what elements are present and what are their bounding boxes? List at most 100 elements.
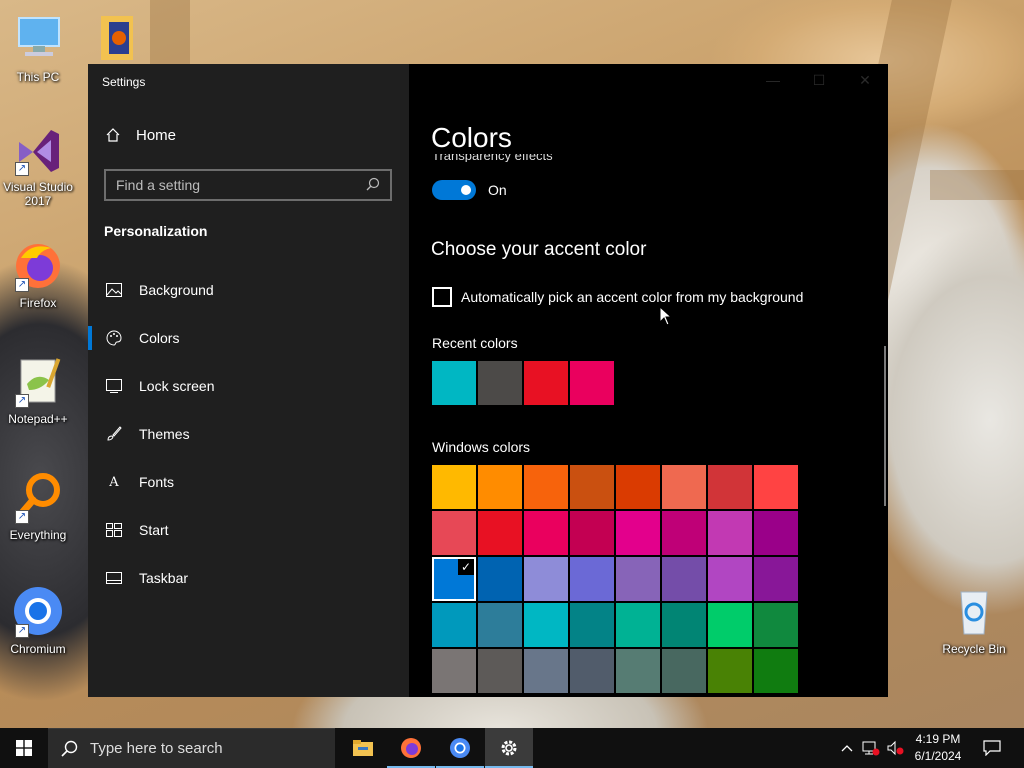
desktop-icon-everything[interactable]: ↗ Everything bbox=[1, 470, 75, 542]
sidebar-item-label: Fonts bbox=[139, 474, 175, 490]
desktop-icon-notepad-plus-plus[interactable]: ↗ Notepad++ bbox=[1, 354, 75, 426]
sidebar-item-home[interactable]: Home bbox=[104, 126, 176, 144]
chevron-up-icon bbox=[841, 745, 853, 752]
home-icon bbox=[104, 126, 122, 144]
system-clock[interactable]: 4:19 PM 6/1/2024 bbox=[906, 731, 970, 765]
windows-color-swatch[interactable] bbox=[754, 557, 798, 601]
windows-color-swatch[interactable] bbox=[616, 557, 660, 601]
sidebar-item-start[interactable]: Start bbox=[88, 506, 409, 554]
windows-color-swatch[interactable] bbox=[432, 511, 476, 555]
windows-color-swatch[interactable] bbox=[662, 557, 706, 601]
windows-color-swatch[interactable] bbox=[708, 465, 752, 509]
settings-sidebar: Settings Home Find a setting Personaliza… bbox=[88, 64, 409, 697]
chromium-icon: ↗ bbox=[11, 584, 65, 638]
windows-color-swatch[interactable] bbox=[754, 511, 798, 555]
folder-icon bbox=[353, 740, 373, 756]
windows-color-swatch[interactable] bbox=[432, 465, 476, 509]
notepad-plus-plus-icon: ↗ bbox=[11, 354, 65, 408]
taskbar-settings[interactable] bbox=[485, 728, 533, 768]
recent-color-swatch[interactable] bbox=[478, 361, 522, 405]
windows-color-swatch[interactable] bbox=[662, 649, 706, 693]
windows-color-swatch[interactable] bbox=[524, 649, 568, 693]
sidebar-item-fonts[interactable]: A Fonts bbox=[88, 458, 409, 506]
windows-color-swatch[interactable] bbox=[432, 649, 476, 693]
section-title: Personalization bbox=[104, 223, 208, 239]
windows-color-swatch[interactable] bbox=[524, 511, 568, 555]
clock-date: 6/1/2024 bbox=[914, 749, 962, 763]
windows-color-swatch[interactable] bbox=[570, 465, 614, 509]
windows-color-swatch[interactable] bbox=[478, 511, 522, 555]
windows-color-swatch[interactable] bbox=[432, 603, 476, 647]
recent-colors-label: Recent colors bbox=[432, 335, 518, 351]
windows-color-swatch[interactable] bbox=[570, 557, 614, 601]
find-setting-input[interactable]: Find a setting bbox=[104, 169, 392, 201]
windows-color-swatch[interactable] bbox=[478, 465, 522, 509]
taskbar-file-explorer[interactable] bbox=[339, 728, 387, 768]
windows-color-swatch[interactable] bbox=[616, 603, 660, 647]
auto-pick-accent-row[interactable]: Automatically pick an accent color from … bbox=[432, 287, 803, 307]
sidebar-item-label: Start bbox=[139, 522, 169, 538]
windows-color-swatch[interactable] bbox=[478, 649, 522, 693]
windows-color-swatch[interactable] bbox=[524, 603, 568, 647]
volume-button[interactable] bbox=[884, 728, 906, 768]
windows-color-swatch[interactable] bbox=[616, 649, 660, 693]
windows-color-swatch[interactable] bbox=[524, 465, 568, 509]
network-status-button[interactable] bbox=[860, 728, 882, 768]
sidebar-item-background[interactable]: Background bbox=[88, 266, 409, 314]
page-title: Colors bbox=[431, 122, 512, 153]
sidebar-item-label: Lock screen bbox=[139, 378, 215, 394]
windows-color-swatch[interactable] bbox=[708, 603, 752, 647]
taskbar-chromium[interactable] bbox=[436, 728, 484, 768]
show-hidden-icons-button[interactable] bbox=[836, 728, 858, 768]
recent-colors-row bbox=[432, 361, 614, 405]
start-button[interactable] bbox=[0, 728, 48, 768]
recent-color-swatch[interactable] bbox=[524, 361, 568, 405]
recent-color-swatch[interactable] bbox=[570, 361, 614, 405]
desktop-icon-label: Firefox bbox=[19, 296, 57, 310]
sidebar-item-label: Home bbox=[136, 126, 177, 144]
windows-color-swatch[interactable] bbox=[570, 649, 614, 693]
windows-color-swatch[interactable] bbox=[662, 511, 706, 555]
auto-pick-accent-checkbox[interactable] bbox=[432, 287, 452, 307]
mouse-cursor-icon bbox=[659, 306, 673, 326]
sidebar-item-themes[interactable]: Themes bbox=[88, 410, 409, 458]
desktop-icon-label: Chromium bbox=[10, 642, 66, 656]
windows-color-swatch[interactable] bbox=[478, 557, 522, 601]
windows-colors-grid: ✓ bbox=[432, 465, 798, 693]
sidebar-item-lock-screen[interactable]: Lock screen bbox=[88, 362, 409, 410]
windows-color-swatch[interactable]: ✓ bbox=[432, 557, 476, 601]
windows-color-swatch[interactable] bbox=[478, 603, 522, 647]
magnifier-icon: ↗ bbox=[11, 470, 65, 524]
windows-color-swatch[interactable] bbox=[754, 465, 798, 509]
taskbar-firefox[interactable] bbox=[387, 728, 435, 768]
desktop-icon-recycle-bin[interactable]: Recycle Bin bbox=[937, 584, 1011, 656]
windows-color-swatch[interactable] bbox=[708, 557, 752, 601]
windows-color-swatch[interactable] bbox=[708, 649, 752, 693]
desktop-icon-visual-studio[interactable]: ↗ Visual Studio 2017 bbox=[1, 122, 75, 208]
desktop-icon-this-pc[interactable]: This PC bbox=[1, 12, 75, 84]
taskbar-search-box[interactable]: Type here to search bbox=[48, 728, 335, 768]
desktop-icon-folder[interactable] bbox=[92, 12, 142, 68]
accent-heading: Choose your accent color bbox=[431, 239, 647, 260]
windows-color-swatch[interactable] bbox=[616, 511, 660, 555]
windows-color-swatch[interactable] bbox=[570, 603, 614, 647]
windows-color-swatch[interactable] bbox=[754, 649, 798, 693]
search-placeholder: Find a setting bbox=[116, 177, 201, 193]
transparency-toggle[interactable] bbox=[432, 180, 476, 200]
sidebar-item-label: Themes bbox=[139, 426, 190, 442]
windows-color-swatch[interactable] bbox=[662, 465, 706, 509]
sidebar-item-taskbar[interactable]: Taskbar bbox=[88, 554, 409, 602]
content-scrollbar[interactable] bbox=[884, 346, 886, 506]
windows-color-swatch[interactable] bbox=[662, 603, 706, 647]
action-center-button[interactable] bbox=[976, 728, 1008, 768]
desktop-icon-chromium[interactable]: ↗ Chromium bbox=[1, 584, 75, 656]
windows-color-swatch[interactable] bbox=[754, 603, 798, 647]
windows-color-swatch[interactable] bbox=[524, 557, 568, 601]
recent-color-swatch[interactable] bbox=[432, 361, 476, 405]
windows-color-swatch[interactable] bbox=[570, 511, 614, 555]
colors-page: Colors Transparency effects On Choose yo… bbox=[409, 64, 888, 697]
windows-color-swatch[interactable] bbox=[616, 465, 660, 509]
windows-color-swatch[interactable] bbox=[708, 511, 752, 555]
sidebar-item-colors[interactable]: Colors bbox=[88, 314, 409, 362]
desktop-icon-firefox[interactable]: ↗ Firefox bbox=[1, 238, 75, 310]
